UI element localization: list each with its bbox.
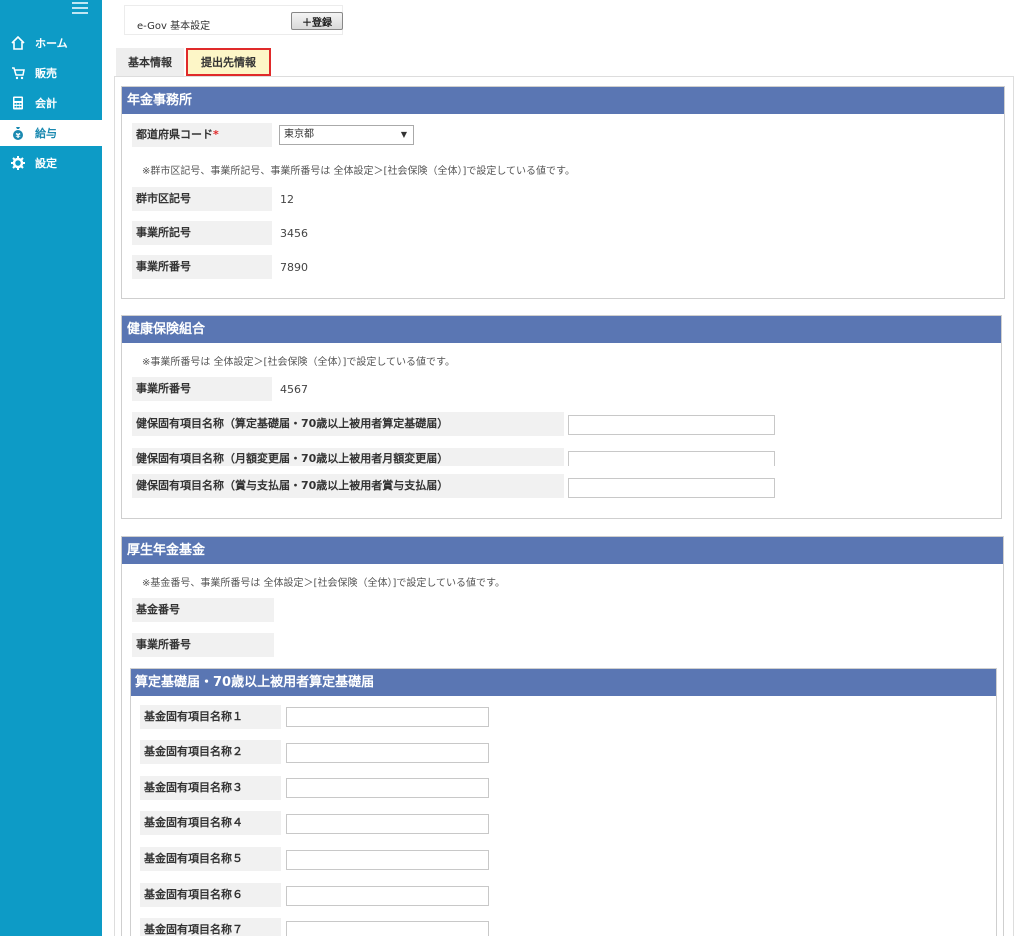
prefecture-select[interactable]: 東京都 ▼ [279, 125, 414, 145]
fund-field-input-2[interactable] [286, 743, 489, 763]
office-symbol-value: 3456 [280, 227, 308, 240]
fund-field-input-4[interactable] [286, 814, 489, 834]
sidebar-item-sales[interactable]: 販売 [0, 60, 102, 86]
fund-field-label-7: 基金固有項目名称７ [140, 918, 281, 936]
pension-office-section: 年金事務所 都道府県コード* 東京都 ▼ ※群市区記号、事業所記号、事業所番号は… [121, 86, 1005, 299]
tab-basic-info[interactable]: 基本情報 [116, 48, 184, 76]
register-button[interactable]: ＋登録 [291, 12, 343, 30]
sidebar-item-label: 給与 [35, 127, 57, 140]
union-field-label-1: 健保固有項目名称（算定基礎届・70歳以上被用者算定基礎届） [132, 412, 564, 436]
section-title: 健康保険組合 [122, 316, 1001, 343]
city-code-value: 12 [280, 193, 294, 206]
page-title: e-Gov 基本設定 [137, 21, 211, 32]
required-mark: * [213, 128, 219, 141]
fund-field-label-6: 基金固有項目名称６ [140, 883, 281, 907]
tab-submission-info[interactable]: 提出先情報 [186, 48, 271, 76]
svg-text:¥: ¥ [16, 132, 21, 140]
fund-field-label-1: 基金固有項目名称１ [140, 705, 281, 729]
fund-field-input-6[interactable] [286, 886, 489, 906]
union-field-input-3[interactable] [568, 478, 775, 498]
fund-field-label-2: 基金固有項目名称２ [140, 740, 281, 764]
city-code-label: 群市区記号 [132, 187, 272, 211]
union-field-input-1[interactable] [568, 415, 775, 435]
office-symbol-label: 事業所記号 [132, 221, 272, 245]
sidebar: ホーム 販売 会計 ¥ 給与 設定 [0, 0, 102, 936]
fund-field-input-3[interactable] [286, 778, 489, 798]
pension-office-note: ※群市区記号、事業所記号、事業所番号は 全体設定＞[社会保険（全体）]で設定して… [142, 166, 576, 177]
fund-field-label-3: 基金固有項目名称３ [140, 776, 281, 800]
chevron-down-icon: ▼ [400, 130, 407, 139]
cart-icon [11, 66, 25, 80]
union-office-number-value: 4567 [280, 383, 308, 396]
sidebar-item-home[interactable]: ホーム [0, 30, 102, 56]
fund-field-input-5[interactable] [286, 850, 489, 870]
health-union-note: ※事業所番号は 全体設定＞[社会保険（全体）]で設定している値です。 [142, 357, 456, 368]
fund-field-input-7[interactable] [286, 921, 489, 936]
pension-fund-section: 厚生年金基金 ※基金番号、事業所番号は 全体設定＞[社会保険（全体）]で設定して… [121, 536, 1004, 936]
fund-field-label-5: 基金固有項目名称５ [140, 847, 281, 871]
section-title: 厚生年金基金 [122, 537, 1003, 564]
calc-basis-subsection: 算定基礎届・70歳以上被用者算定基礎届 基金固有項目名称１ 基金固有項目名称２ … [130, 668, 997, 936]
menu-icon[interactable] [72, 2, 88, 14]
prefecture-code-label: 都道府県コード* [132, 123, 272, 147]
subsection-title: 算定基礎届・70歳以上被用者算定基礎届 [131, 669, 996, 696]
sidebar-item-settings[interactable]: 設定 [0, 150, 102, 176]
fund-field-input-1[interactable] [286, 707, 489, 727]
health-union-section: 健康保険組合 ※事業所番号は 全体設定＞[社会保険（全体）]で設定している値です… [121, 315, 1002, 519]
sidebar-item-label: ホーム [35, 37, 68, 50]
sidebar-item-accounting[interactable]: 会計 [0, 90, 102, 116]
union-field-label-3: 健保固有項目名称（賞与支払届・70歳以上被用者賞与支払届） [132, 474, 564, 498]
office-number-label: 事業所番号 [132, 255, 272, 279]
toolbar: e-Gov 基本設定 ＋登録 [124, 5, 343, 35]
section-title: 年金事務所 [122, 87, 1004, 114]
fund-office-number-label: 事業所番号 [132, 633, 274, 657]
pension-fund-note: ※基金番号、事業所番号は 全体設定＞[社会保険（全体）]で設定している値です。 [142, 578, 506, 589]
union-field-label-2: 健保固有項目名称（月額変更届・70歳以上被用者月額変更届） [132, 448, 564, 466]
money-bag-icon: ¥ [11, 126, 25, 140]
fund-number-label: 基金番号 [132, 598, 274, 622]
calculator-icon [11, 96, 25, 110]
sidebar-item-label: 販売 [35, 67, 57, 80]
gear-icon [11, 156, 25, 170]
sidebar-item-label: 設定 [35, 157, 57, 170]
union-office-number-label: 事業所番号 [132, 377, 272, 401]
sidebar-item-label: 会計 [35, 97, 57, 110]
prefecture-select-value: 東京都 [284, 129, 314, 140]
fund-field-label-4: 基金固有項目名称４ [140, 811, 281, 835]
office-number-value: 7890 [280, 261, 308, 274]
union-field-input-2[interactable] [568, 451, 775, 466]
prefecture-code-label-text: 都道府県コード [136, 128, 213, 141]
home-icon [11, 36, 25, 50]
sidebar-item-payroll[interactable]: ¥ 給与 [0, 120, 102, 146]
